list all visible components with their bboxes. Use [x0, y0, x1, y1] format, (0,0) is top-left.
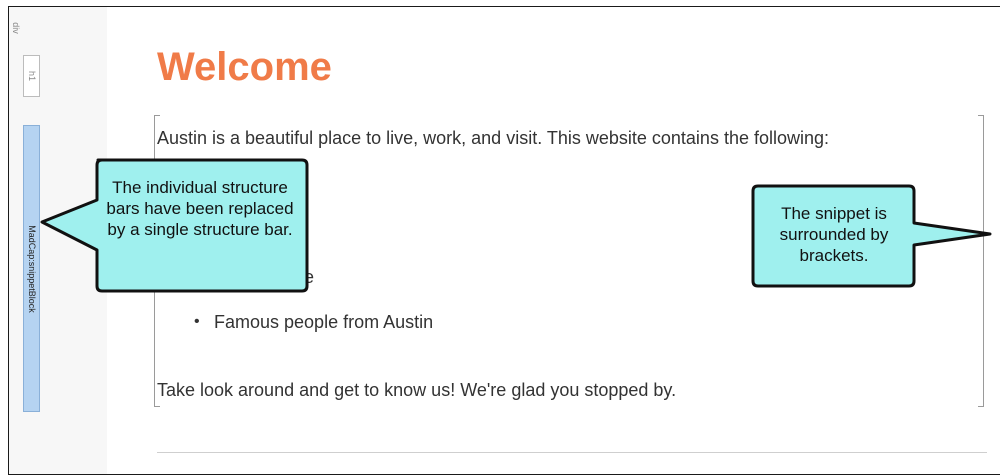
structure-bar-div[interactable]: div — [11, 7, 21, 49]
structure-bar-h1-label: h1 — [26, 70, 37, 82]
structure-bar-snippet-label: MadCap:snippetBlock — [26, 224, 37, 313]
structure-bar-div-label: div — [11, 22, 21, 34]
callout-structure-bar: The individual structure bars have been … — [36, 155, 311, 300]
content-divider — [157, 452, 987, 453]
page-title: Welcome — [157, 45, 332, 89]
list-item: Famous people from Austin — [194, 310, 433, 355]
callout-brackets: The snippet is surrounded by brackets. — [750, 183, 995, 291]
callout-left-text: The individual structure bars have been … — [106, 178, 294, 239]
intro-paragraph: Austin is a beautiful place to live, wor… — [157, 128, 830, 148]
closing-paragraph: Take look around and get to know us! We'… — [157, 380, 677, 400]
callout-right-text: The snippet is surrounded by brackets. — [779, 204, 889, 265]
structure-bar-h1[interactable]: h1 — [23, 55, 40, 97]
